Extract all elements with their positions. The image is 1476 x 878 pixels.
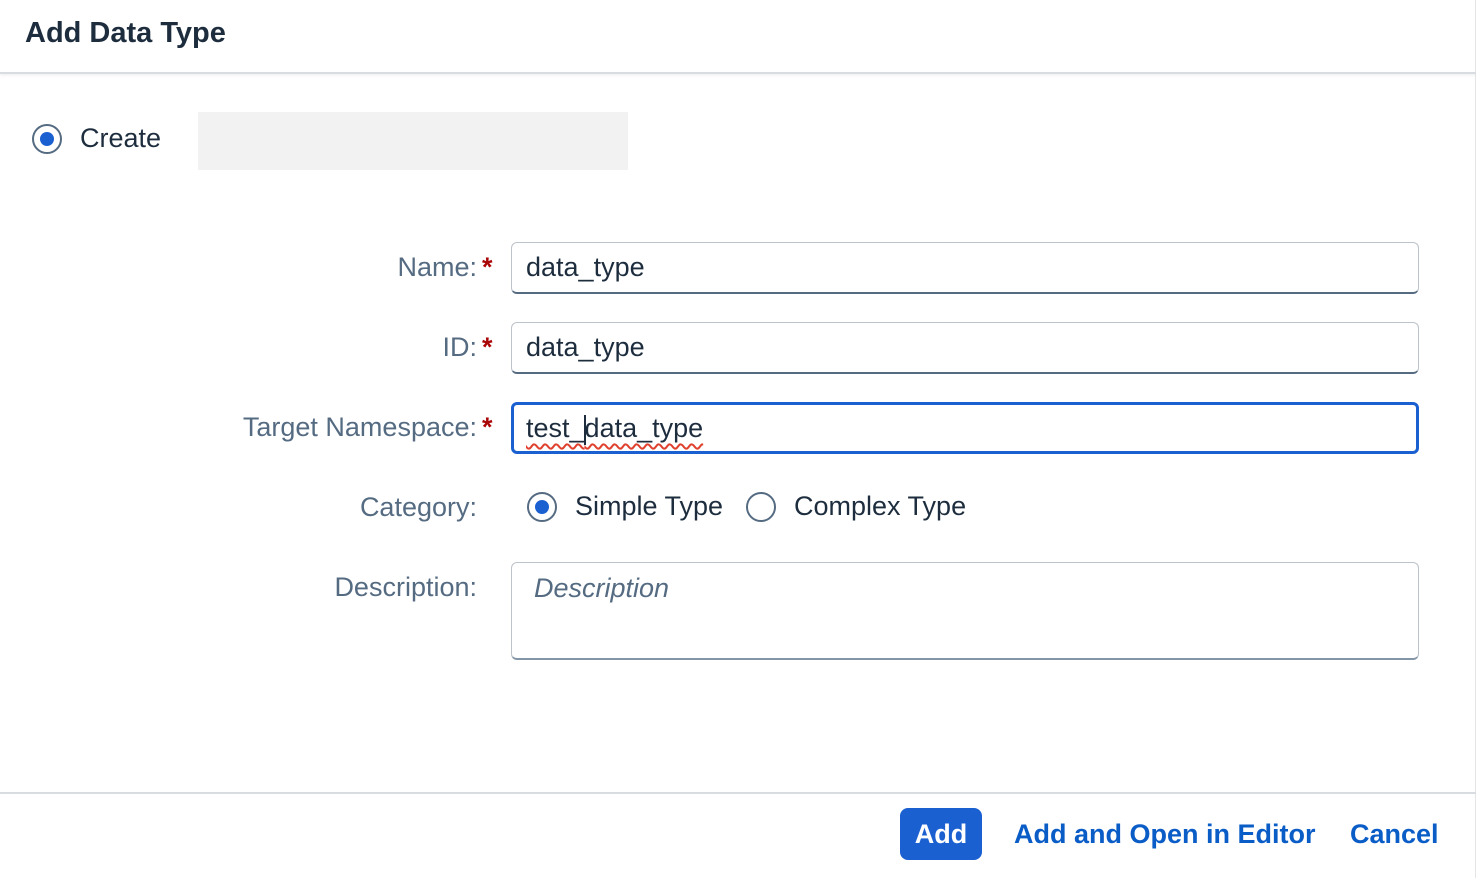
simple-type-radio[interactable] <box>527 492 557 522</box>
add-button[interactable]: Add <box>900 808 982 860</box>
description-placeholder: Description <box>534 573 670 603</box>
target-namespace-input[interactable]: test_data_type <box>511 402 1419 454</box>
cancel-button[interactable]: Cancel <box>1350 808 1439 860</box>
id-input-value: data_type <box>526 332 645 362</box>
name-required-marker: * <box>482 252 493 282</box>
complex-type-radio[interactable] <box>746 492 776 522</box>
target-namespace-required-marker: * <box>482 412 493 442</box>
name-label: Name: <box>397 252 477 282</box>
create-radio-label[interactable]: Create <box>80 123 161 154</box>
id-input[interactable]: data_type <box>511 322 1419 374</box>
description-textarea[interactable]: Description <box>511 562 1419 660</box>
category-label: Category: <box>359 492 477 522</box>
add-and-open-in-editor-button[interactable]: Add and Open in Editor <box>1014 808 1315 860</box>
description-label: Description: <box>334 572 477 602</box>
complex-type-label[interactable]: Complex Type <box>794 491 966 522</box>
target-namespace-value-before-caret: test_ <box>526 413 585 443</box>
id-required-marker: * <box>482 332 493 362</box>
dialog-footer: Add Add and Open in Editor Cancel <box>0 792 1476 878</box>
add-data-type-dialog: Add Data Type Create Name: * data_type I… <box>0 0 1476 878</box>
create-radio[interactable] <box>32 124 62 154</box>
name-input[interactable]: data_type <box>511 242 1419 294</box>
target-namespace-value-after-caret: data_type <box>584 413 704 443</box>
simple-type-label[interactable]: Simple Type <box>575 491 723 522</box>
dialog-header: Add Data Type <box>0 0 1476 74</box>
id-label: ID: <box>442 332 477 362</box>
target-namespace-label: Target Namespace: <box>242 412 477 442</box>
create-options-placeholder <box>198 112 628 170</box>
name-input-value: data_type <box>526 252 645 282</box>
dialog-title: Add Data Type <box>25 17 226 49</box>
